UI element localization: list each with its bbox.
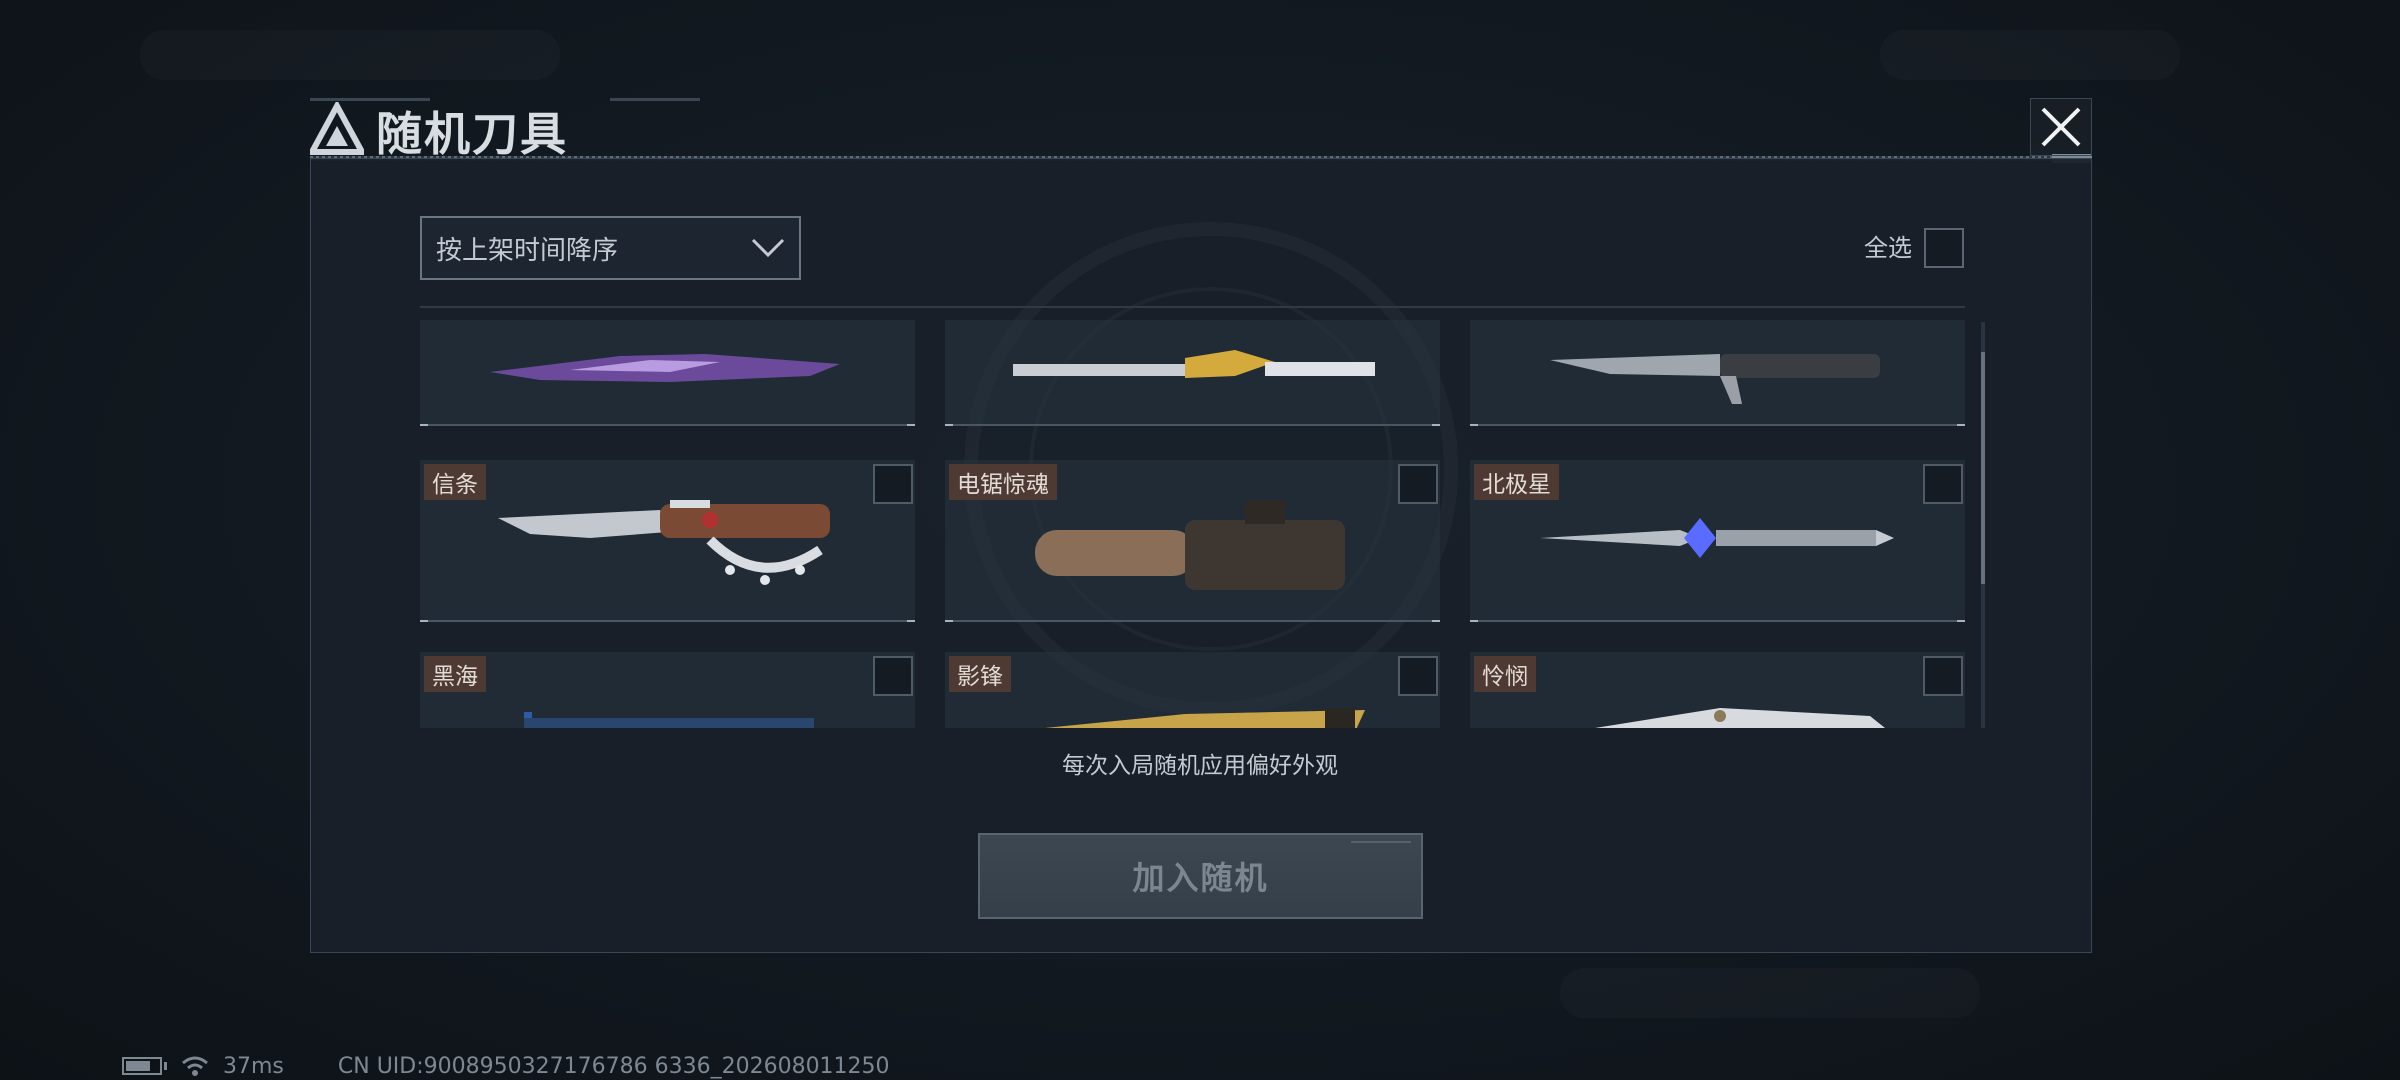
- join-random-label: 加入随机: [1132, 859, 1269, 897]
- blue-blade-image: [524, 712, 814, 728]
- battery-tip: [164, 1062, 167, 1070]
- sort-dropdown[interactable]: 按上架时间降序: [420, 216, 801, 280]
- purple-blade-image: [490, 354, 840, 382]
- shadow-blade-image: [1045, 708, 1365, 728]
- skin-checkbox[interactable]: [873, 656, 913, 696]
- knuckle-blade-image: [498, 500, 830, 585]
- dialog-header: 随机刀具: [310, 96, 2092, 163]
- skin-card[interactable]: [1470, 320, 1965, 426]
- skin-name: 怜悯: [1474, 656, 1536, 692]
- button-decoration: [1351, 841, 1411, 843]
- ping-text: 37ms: [223, 1053, 284, 1079]
- gold-blade-image: [1013, 350, 1375, 378]
- skin-grid[interactable]: 信条 电锯惊魂 北极星 黑海 影锋 怜悯: [420, 320, 1965, 728]
- sort-label: 按上架时间降序: [436, 235, 619, 266]
- skin-name: 信条: [424, 464, 486, 500]
- combat-blade-image: [1550, 354, 1880, 404]
- skin-checkbox[interactable]: [1923, 464, 1963, 504]
- skin-card[interactable]: 影锋: [945, 652, 1440, 728]
- hint-text: 每次入局随机应用偏好外观: [1062, 753, 1338, 779]
- skin-card[interactable]: 黑海: [420, 652, 915, 728]
- logo-icon: [310, 102, 364, 155]
- skin-name: 北极星: [1474, 464, 1559, 500]
- divider: [420, 306, 1965, 308]
- background-shape: [1880, 30, 2180, 80]
- skin-checkbox[interactable]: [1398, 656, 1438, 696]
- skin-card[interactable]: [945, 320, 1440, 426]
- skin-card[interactable]: [420, 320, 915, 426]
- join-random-button[interactable]: 加入随机: [978, 833, 1423, 919]
- select-all-label: 全选: [1864, 234, 1912, 262]
- background-shape: [140, 30, 560, 80]
- skin-name: 黑海: [424, 656, 486, 692]
- select-all-checkbox[interactable]: [1924, 228, 1964, 268]
- skin-checkbox[interactable]: [1923, 656, 1963, 696]
- dialog-title: 随机刀具: [376, 107, 568, 161]
- skin-card[interactable]: 怜悯: [1470, 652, 1965, 728]
- uid-text: CN UID:9008950327176786 6336_20260801125…: [337, 1053, 890, 1079]
- chevron-down-icon: [751, 238, 785, 258]
- wifi-icon: [182, 1056, 208, 1076]
- battery-icon: [122, 1057, 162, 1075]
- skin-card[interactable]: 电锯惊魂: [945, 460, 1440, 622]
- skin-card[interactable]: 信条: [420, 460, 915, 622]
- skin-card[interactable]: 北极星: [1470, 460, 1965, 622]
- scrollbar-thumb[interactable]: [1981, 352, 1985, 584]
- status-bar: 37ms CN UID:9008950327176786 6336_202608…: [122, 1053, 890, 1079]
- skin-name: 影锋: [949, 656, 1011, 692]
- mercy-blade-image: [1595, 708, 1885, 728]
- close-button[interactable]: [2030, 98, 2092, 156]
- background-shape: [1560, 968, 1980, 1018]
- skin-checkbox[interactable]: [873, 464, 913, 504]
- close-icon: [2041, 107, 2081, 147]
- skin-checkbox[interactable]: [1398, 464, 1438, 504]
- skin-name: 电锯惊魂: [949, 464, 1057, 500]
